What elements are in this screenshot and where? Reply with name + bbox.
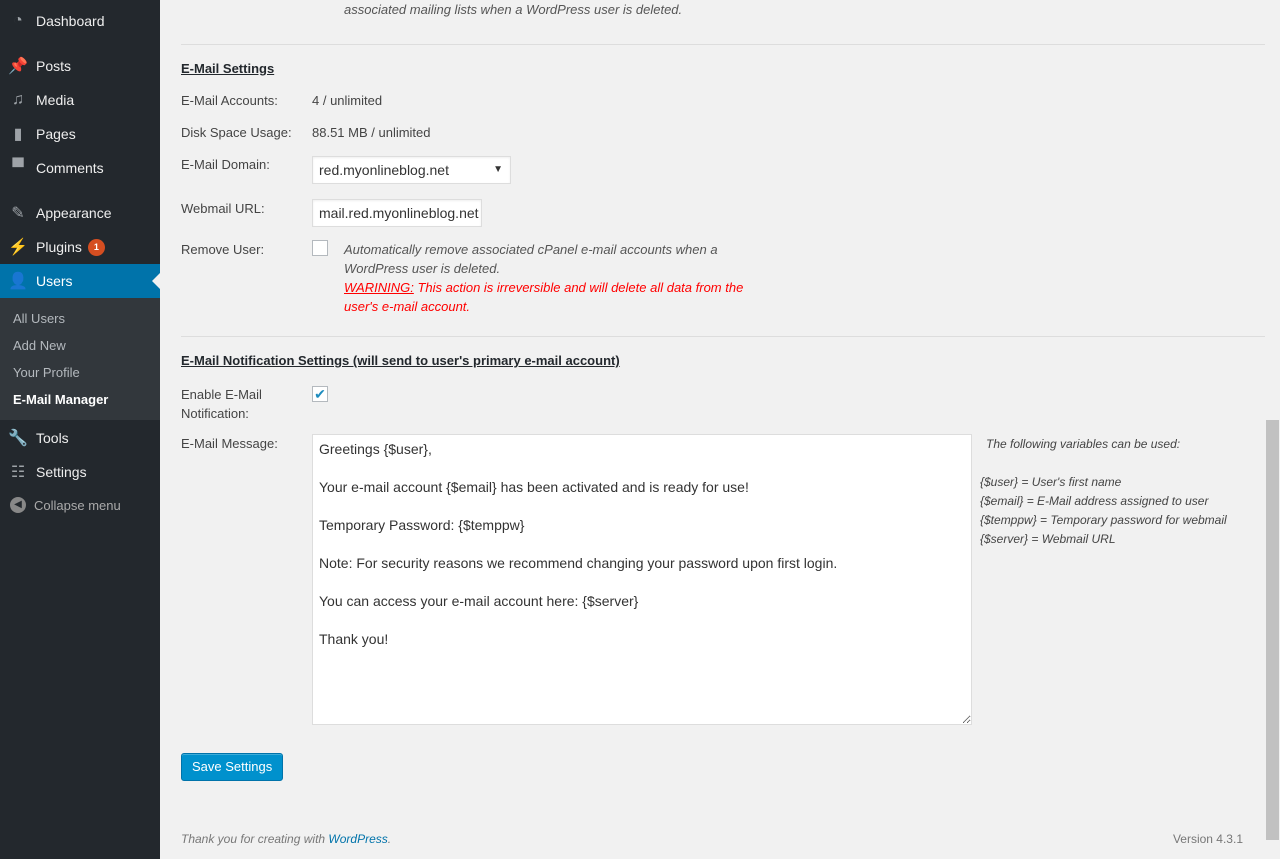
pin-icon: 📌 xyxy=(8,58,28,75)
admin-sidebar: ◔ Dashboard 📌 Posts ♫ Media ▮ Pages ▀ Comment… xyxy=(0,0,160,859)
submenu-your-profile[interactable]: Your Profile xyxy=(0,359,160,386)
variable-item: {$user} = User's first name xyxy=(980,475,1122,489)
menu-label: Plugins xyxy=(36,239,82,255)
domain-selected: red.myonlineblog.net xyxy=(319,162,449,178)
menu-label: Dashboard xyxy=(36,13,105,29)
wordpress-link[interactable]: WordPress xyxy=(328,832,387,846)
menu-comments[interactable]: ▀ Comments xyxy=(0,151,160,185)
divider xyxy=(181,336,1265,337)
submenu-all-users[interactable]: All Users xyxy=(0,305,160,332)
variables-help: The following variables can be used: {$u… xyxy=(980,435,1227,549)
warning-label: WARINING: xyxy=(344,280,414,295)
variable-item: {$server} = Webmail URL xyxy=(980,532,1116,546)
menu-appearance[interactable]: ✎ Appearance xyxy=(0,196,160,230)
pages-icon: ▮ xyxy=(13,126,23,143)
update-badge: 1 xyxy=(87,238,105,256)
dropdown-arrow-icon: ▼ xyxy=(493,164,503,175)
collapse-menu-button[interactable]: ◀ Collapse menu xyxy=(10,497,121,513)
enable-notification-checkbox[interactable]: ✔ xyxy=(312,386,328,402)
collapse-arrow-icon: ◀ xyxy=(10,497,26,513)
variable-item: {$temppw} = Temporary password for webma… xyxy=(980,513,1227,527)
scrollbar[interactable] xyxy=(1265,0,1280,859)
remove-user-label: Remove User: xyxy=(181,242,265,257)
users-submenu: All Users Add New Your Profile E-Mail Ma… xyxy=(0,298,160,420)
checkmark-icon: ✔ xyxy=(314,386,326,402)
disk-value: 88.51 MB / unlimited xyxy=(312,125,431,140)
menu-dashboard[interactable]: ◔ Dashboard xyxy=(0,4,160,38)
wrench-icon: 🔧 xyxy=(8,430,28,447)
accounts-label: E-Mail Accounts: xyxy=(181,93,278,108)
domain-label: E-Mail Domain: xyxy=(181,157,270,172)
variable-item: {$email} = E-Mail address assigned to us… xyxy=(980,494,1209,508)
menu-settings[interactable]: ☷ Settings xyxy=(0,455,160,489)
email-message-textarea[interactable]: Greetings {$user}, Your e-mail account {… xyxy=(312,434,972,725)
previous-description: associated mailing lists when a WordPres… xyxy=(344,2,683,17)
warning-text: WARINING: This action is irreversible an… xyxy=(344,280,743,314)
menu-users[interactable]: 👤 Users xyxy=(0,264,160,298)
menu-tools[interactable]: 🔧 Tools xyxy=(0,421,160,455)
divider xyxy=(181,44,1265,45)
menu-posts[interactable]: 📌 Posts xyxy=(0,49,160,83)
notification-heading: E-Mail Notification Settings (will send … xyxy=(181,353,620,368)
user-icon: 👤 xyxy=(8,273,28,290)
submenu-email-manager[interactable]: E-Mail Manager xyxy=(0,386,160,413)
paintbrush-icon: ✎ xyxy=(11,205,25,222)
webmail-label: Webmail URL: xyxy=(181,201,265,216)
domain-select[interactable]: red.myonlineblog.net ▼ xyxy=(312,156,511,184)
scrollbar-thumb[interactable] xyxy=(1266,420,1279,840)
footer-text: Thank you for creating with xyxy=(181,832,329,846)
accounts-value: 4 / unlimited xyxy=(312,93,383,108)
menu-label: Media xyxy=(36,92,75,108)
footer-thanks: Thank you for creating with WordPress. xyxy=(181,832,391,846)
webmail-url-input[interactable]: mail.red.myonlineblog.net xyxy=(312,199,482,227)
dashboard-icon: ◔ xyxy=(13,12,23,29)
version: Version 4.3.1 xyxy=(1172,832,1243,846)
submenu-add-new[interactable]: Add New xyxy=(0,332,160,359)
menu-media[interactable]: ♫ Media xyxy=(0,83,160,117)
menu-label: Tools xyxy=(36,430,69,446)
footer-period: . xyxy=(387,832,392,846)
save-settings-button[interactable]: Save Settings xyxy=(181,753,284,781)
variables-title: The following variables can be used: xyxy=(986,437,1181,451)
menu-plugins[interactable]: ⚡ Plugins 1 xyxy=(0,230,160,264)
menu-label: Appearance xyxy=(36,205,112,221)
menu-label: Posts xyxy=(36,58,72,74)
settings-icon: ☷ xyxy=(10,464,26,481)
menu-label: Comments xyxy=(36,160,104,176)
remove-desc-text: Automatically remove associated cPanel e… xyxy=(344,242,718,276)
comment-icon: ▀ xyxy=(12,159,24,176)
email-settings-heading: E-Mail Settings xyxy=(181,61,275,76)
menu-label: Settings xyxy=(36,464,87,480)
menu-label: Users xyxy=(36,273,73,289)
media-icon: ♫ xyxy=(12,91,24,108)
plugin-icon: ⚡ xyxy=(8,239,28,256)
remove-user-checkbox[interactable] xyxy=(312,240,328,256)
collapse-label: Collapse menu xyxy=(34,497,121,513)
enable-notification-label: Enable E-Mail Notification: xyxy=(181,387,262,421)
menu-pages[interactable]: ▮ Pages xyxy=(0,117,160,151)
menu-label: Pages xyxy=(36,126,76,142)
remove-user-description: Automatically remove associated cPanel e… xyxy=(344,240,744,316)
disk-label: Disk Space Usage: xyxy=(181,125,292,140)
message-label: E-Mail Message: xyxy=(181,436,278,451)
